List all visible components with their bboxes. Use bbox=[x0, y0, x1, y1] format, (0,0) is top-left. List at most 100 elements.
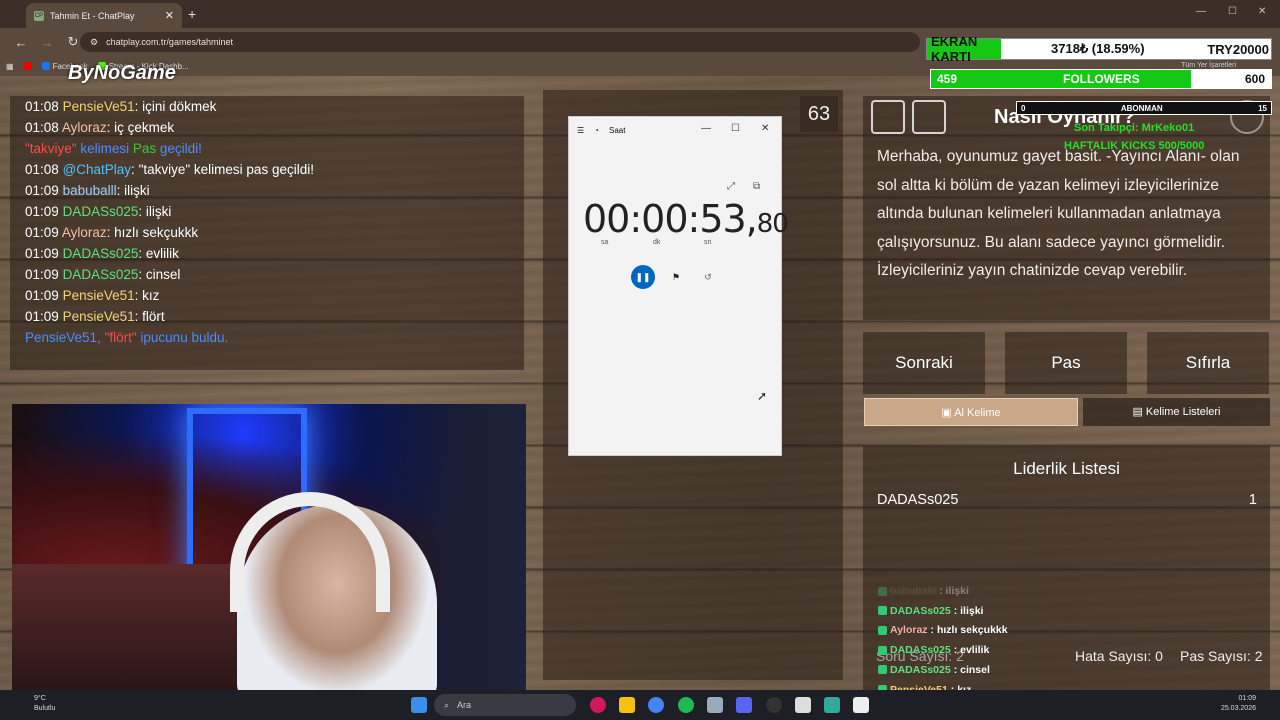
clock-taskbar-icon[interactable] bbox=[853, 697, 869, 713]
bookmark-youtube[interactable] bbox=[23, 62, 32, 70]
back-icon[interactable]: ← bbox=[8, 35, 34, 50]
tab-close-icon[interactable]: ✕ bbox=[165, 9, 174, 22]
weather-desc: Bulutlu bbox=[34, 705, 56, 712]
stopwatch-time: 00:00:53,80 bbox=[583, 197, 789, 241]
chat-text: flört bbox=[142, 309, 165, 324]
close-window-icon[interactable]: ✕ bbox=[1258, 6, 1266, 17]
clock-date: 25.03.2026 bbox=[1220, 705, 1256, 712]
browser-tab[interactable]: CP Tahmin Et - ChatPlay ✕ bbox=[26, 3, 182, 28]
followers-label: FOLLOWERS bbox=[1063, 72, 1140, 86]
clock-titlebar: ☰ ◔ Saat bbox=[569, 117, 781, 143]
weather-widget[interactable]: 9°C Bulutlu bbox=[10, 694, 55, 714]
settings-icon[interactable] bbox=[707, 697, 723, 713]
pass-button[interactable]: Pas bbox=[1005, 332, 1127, 394]
keep-on-top-icon[interactable]: ⧉ bbox=[753, 181, 760, 192]
start-icon[interactable] bbox=[411, 697, 427, 713]
spotify-icon[interactable] bbox=[678, 697, 694, 713]
menu-icon[interactable]: ☰ bbox=[577, 126, 584, 135]
taskbar-search[interactable]: ⌕ Ara bbox=[434, 694, 576, 716]
chat-text: ilişki bbox=[145, 204, 172, 219]
chat-message: 01:09 PensieVe51: flört bbox=[10, 306, 524, 327]
chat-sep: : bbox=[134, 99, 143, 114]
chat-text: "takviye" kelimesi pas geçildi! bbox=[138, 162, 314, 177]
search-icon: ⌕ bbox=[444, 699, 450, 710]
chat-user: PensieVe51 bbox=[62, 288, 135, 303]
chat-sep: : bbox=[106, 120, 115, 135]
clock-maximize-icon[interactable]: ☐ bbox=[731, 123, 740, 134]
notepad-icon[interactable] bbox=[795, 697, 811, 713]
chat-user: "takviye" bbox=[25, 141, 77, 156]
stopwatch-ms: 80 bbox=[756, 209, 789, 239]
unit-hours: sa bbox=[601, 239, 609, 246]
facebook-icon bbox=[41, 62, 50, 70]
chatplay-favicon-icon: CP bbox=[34, 10, 44, 21]
clock-minimize-icon[interactable]: — bbox=[701, 123, 711, 134]
obs-icon[interactable] bbox=[766, 697, 782, 713]
discord-icon[interactable] bbox=[736, 697, 752, 713]
maximize-icon[interactable]: ☐ bbox=[1228, 6, 1237, 17]
chat-sep: : bbox=[138, 267, 146, 282]
apps-grid-icon[interactable]: ▦ bbox=[6, 62, 14, 71]
app-icon-2[interactable] bbox=[824, 697, 840, 713]
followers-goal-bar: 459 FOLLOWERS 600 bbox=[930, 69, 1272, 89]
kick-badge-icon bbox=[878, 586, 887, 596]
chat-text: ilişki bbox=[124, 183, 150, 198]
chat-sep: : bbox=[116, 183, 125, 198]
system-clock[interactable]: 01:09 25.03.2026 bbox=[1221, 694, 1256, 714]
donation-goal-target: TRY20000 bbox=[1207, 41, 1269, 57]
fullscreen-icon[interactable] bbox=[871, 100, 905, 134]
chat-user: DADASs025 bbox=[62, 267, 139, 282]
search-placeholder: Ara bbox=[457, 700, 472, 710]
unit-minutes: dk bbox=[653, 239, 661, 246]
url-field[interactable]: ⚙ chatplay.com.tr/games/tahminet bbox=[80, 32, 920, 52]
windows-taskbar: 9°C Bulutlu ⌕ Ara 01:09 25.03.2026 bbox=[0, 690, 1280, 720]
chat-text: kız bbox=[142, 288, 160, 303]
donation-goal-label: EKRAN KARTI bbox=[927, 34, 1001, 64]
pause-button[interactable]: ❚❚ bbox=[631, 265, 655, 289]
get-word-button[interactable]: ▣ Al Kelime bbox=[864, 398, 1078, 426]
all-bookmarks-link[interactable]: Tüm Yer İşaretleri bbox=[1181, 62, 1236, 69]
kick-badge-icon bbox=[878, 625, 887, 635]
kick-badge-icon bbox=[878, 606, 887, 616]
app-icon-1[interactable] bbox=[590, 697, 606, 713]
donation-goal-value: 3718₺ (18.59%) bbox=[1051, 41, 1145, 56]
clock-time: 01:09 bbox=[1238, 695, 1256, 702]
word-lists-button[interactable]: ▤ Kelime Listeleri bbox=[1083, 398, 1270, 426]
chrome-icon[interactable] bbox=[648, 697, 664, 713]
overlay-chat-line: DADASs025: cinsel bbox=[878, 664, 990, 676]
reset-game-button[interactable]: Sıfırla bbox=[1147, 332, 1269, 394]
sub-goal: 15 bbox=[1258, 103, 1267, 113]
overlay-chat-line: babuballl: ilişki bbox=[878, 585, 969, 597]
subscriber-goal-bar: 0 ABONMAN 15 bbox=[1016, 101, 1272, 115]
webcam-feed bbox=[12, 404, 526, 690]
chat-list: 01:08 PensieVe51: içini dökmek 01:08 Aylo… bbox=[10, 96, 524, 348]
site-info-icon[interactable]: ⚙ bbox=[90, 37, 98, 48]
lap-flag-button[interactable]: ⚑ bbox=[664, 265, 688, 289]
forward-icon[interactable]: → bbox=[34, 35, 60, 50]
leader-score: 1 bbox=[1248, 492, 1257, 508]
chat-sep: kelimesi bbox=[76, 141, 133, 156]
last-follower: Son Takipçi: MrKeko01 bbox=[1074, 122, 1195, 134]
kick-badge-icon bbox=[878, 645, 887, 655]
overlay-user: DADASs025 bbox=[890, 663, 951, 676]
overlay-text: : cinsel bbox=[953, 663, 990, 676]
chat-time: 01:09 bbox=[25, 204, 59, 219]
minimize-icon[interactable]: — bbox=[1196, 6, 1206, 17]
chat-time: 01:09 bbox=[25, 267, 59, 282]
get-word-label: Al Kelime bbox=[954, 407, 1001, 419]
folder-icon[interactable] bbox=[619, 697, 635, 713]
chat-text: iç çekmek bbox=[114, 120, 175, 135]
chat-message: 01:09 Ayloraz: hızlı sekçukkk bbox=[10, 222, 524, 243]
clock-close-icon[interactable]: ✕ bbox=[761, 123, 769, 134]
overlay-user: DADASs025 bbox=[890, 644, 951, 657]
overlay-chat-line: DADASs025: evlilik bbox=[878, 644, 989, 656]
clock-app-window[interactable]: ☰ ◔ Saat — ☐ ✕ ⤢ ⧉ 00:00:53,80 sa dk sn … bbox=[568, 116, 789, 456]
expand-icon[interactable]: ⤢ bbox=[727, 181, 735, 192]
chat-time: 01:08 bbox=[25, 120, 59, 135]
overlay-user: Ayloraz bbox=[890, 624, 928, 637]
new-tab-icon[interactable]: + bbox=[188, 6, 196, 22]
next-button[interactable]: Sonraki bbox=[863, 332, 985, 394]
document-icon[interactable] bbox=[912, 100, 946, 134]
chat-user: PensieVe51 bbox=[62, 99, 135, 114]
reset-button[interactable]: ↺ bbox=[696, 265, 720, 289]
